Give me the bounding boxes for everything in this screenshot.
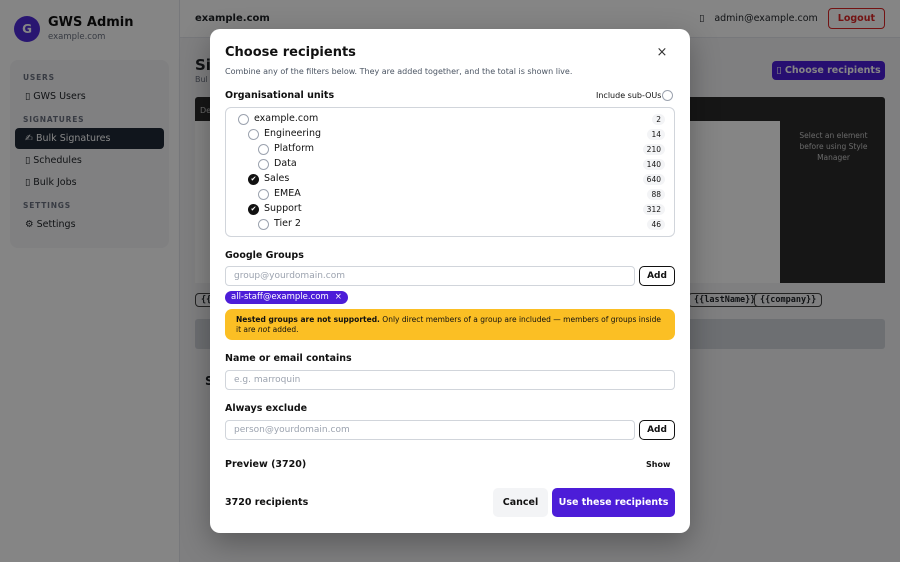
ou-name: Engineering [264,128,321,139]
ou-count: 140 [642,159,665,170]
ou-name: Support [264,203,302,214]
ou-radio[interactable] [258,144,269,155]
ou-radio[interactable] [248,129,259,140]
ou-radio[interactable] [238,114,249,125]
ou-count: 210 [642,144,665,155]
ou-row-example-com[interactable]: example.com 2 [226,112,674,127]
add-exclude-button[interactable]: Add [639,420,675,440]
ou-label: Organisational units [225,90,335,101]
ou-radio[interactable] [258,189,269,200]
warning-text-end: added. [270,325,299,334]
cancel-button[interactable]: Cancel [493,488,548,517]
exclude-input[interactable] [225,420,635,440]
include-sub-ous-toggle[interactable] [662,90,673,101]
use-recipients-button[interactable]: Use these recipients [552,488,675,517]
show-preview-button[interactable]: Show [646,460,670,469]
name-filter-label: Name or email contains [225,353,352,364]
ou-name: Tier 2 [274,218,301,229]
include-sub-ous-label: Include sub-OUs [596,91,662,100]
group-chip: all-staff@example.com × [225,291,348,304]
ou-name: Data [274,158,297,169]
group-input[interactable] [225,266,635,286]
ou-name: EMEA [274,188,301,199]
modal-title: Choose recipients [225,45,356,60]
group-chip-label: all-staff@example.com [231,292,329,302]
always-exclude-label: Always exclude [225,403,308,414]
ou-count: 46 [647,219,665,230]
ou-tree[interactable]: example.com 2 Engineering 14 Platform 21… [225,107,675,237]
ou-row-tier-2[interactable]: Tier 2 46 [226,217,674,232]
ou-count: 14 [647,129,665,140]
ou-radio[interactable] [258,219,269,230]
remove-chip-icon[interactable]: × [335,291,342,304]
warning-title: Nested groups are not supported. [236,315,380,324]
add-group-button[interactable]: Add [639,266,675,286]
ou-count: 640 [642,174,665,185]
ou-count: 88 [647,189,665,200]
ou-count: 312 [642,204,665,215]
recipient-count: 3720 recipients [225,497,309,508]
ou-name: Sales [264,173,290,184]
check-icon[interactable]: ✔ [248,204,259,215]
google-groups-label: Google Groups [225,250,304,261]
warning-emphasis: not [257,325,271,334]
check-icon[interactable]: ✔ [248,174,259,185]
name-filter-input[interactable] [225,370,675,390]
ou-row-engineering[interactable]: Engineering 14 [226,127,674,142]
close-icon[interactable]: × [654,45,670,60]
ou-row-sales[interactable]: ✔ Sales 640 [226,172,674,187]
ou-name: example.com [254,113,319,124]
modal-description: Combine any of the filters below. They a… [225,67,573,76]
nested-groups-warning: Nested groups are not supported. Only di… [225,309,675,340]
preview-label: Preview (3720) [225,459,307,470]
ou-row-data[interactable]: Data 140 [226,157,674,172]
ou-row-emea[interactable]: EMEA 88 [226,187,674,202]
ou-radio[interactable] [258,159,269,170]
ou-name: Platform [274,143,315,154]
ou-row-platform[interactable]: Platform 210 [226,142,674,157]
ou-row-support[interactable]: ✔ Support 312 [226,202,674,217]
ou-count: 2 [652,114,665,125]
choose-recipients-modal: Choose recipients × Combine any of the f… [210,29,690,533]
